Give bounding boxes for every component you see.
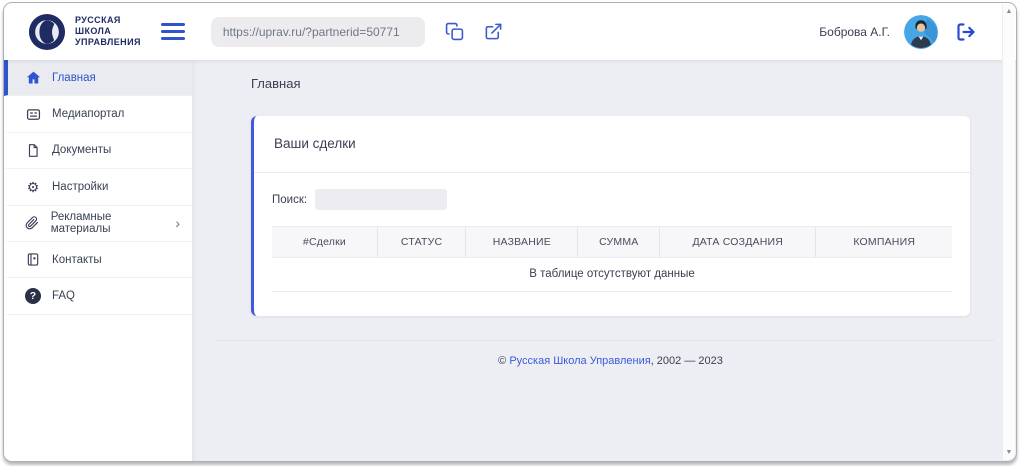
logo-text: Русская Школа Управления bbox=[75, 15, 141, 49]
sidebar-item-label: Настройки bbox=[52, 181, 108, 193]
column-header-name[interactable]: НАЗВАНИЕ bbox=[466, 227, 578, 258]
deals-card: Ваши сделки Поиск: #Сдел bbox=[251, 116, 970, 316]
copyright-suffix: , 2002 — 2023 bbox=[651, 355, 723, 367]
footer: © Русская Школа Управления, 2002 — 2023 bbox=[251, 341, 970, 381]
header-user-area: Боброва А.Г. bbox=[819, 15, 976, 49]
sidebar-item-label: Медиапортал bbox=[52, 108, 124, 120]
deals-card-title: Ваши сделки bbox=[274, 136, 356, 151]
external-link-icon[interactable] bbox=[484, 22, 503, 41]
media-icon bbox=[25, 107, 41, 122]
top-header: Русская Школа Управления Боброва А.Г. bbox=[4, 3, 1016, 60]
scrollbar[interactable]: ▲ ▼ bbox=[1002, 4, 1015, 460]
logo: Русская Школа Управления bbox=[28, 13, 141, 51]
partner-url-input[interactable] bbox=[211, 17, 425, 47]
search-label: Поиск: bbox=[272, 194, 307, 206]
scroll-up-icon[interactable]: ▲ bbox=[1006, 8, 1013, 15]
sidebar-item-mediaportal[interactable]: Медиапортал bbox=[4, 96, 192, 132]
contacts-icon bbox=[25, 252, 41, 267]
column-header-sum[interactable]: СУММА bbox=[578, 227, 660, 258]
home-icon bbox=[25, 70, 41, 85]
scroll-down-icon[interactable]: ▼ bbox=[1006, 449, 1013, 456]
question-icon: ? bbox=[25, 288, 41, 304]
sidebar-item-label: Главная bbox=[52, 72, 96, 84]
copyright-prefix: © bbox=[498, 355, 509, 367]
sidebar-item-label: Документы bbox=[52, 144, 111, 156]
paperclip-icon bbox=[25, 216, 40, 230]
column-header-status[interactable]: СТАТУС bbox=[377, 227, 465, 258]
empty-state-row: В таблице отсутствуют данные bbox=[272, 258, 952, 292]
sidebar: Главная Медиапортал До bbox=[4, 60, 192, 462]
app-window: Русская Школа Управления Боброва А.Г. bbox=[3, 2, 1017, 462]
avatar[interactable] bbox=[904, 15, 938, 49]
sidebar-item-documents[interactable]: Документы bbox=[4, 133, 192, 169]
copy-icon[interactable] bbox=[445, 22, 464, 41]
sidebar-item-promo-materials[interactable]: Рекламные материалы › bbox=[4, 206, 192, 242]
sidebar-item-settings[interactable]: ⚙ Настройки bbox=[4, 169, 192, 205]
user-name: Боброва А.Г. bbox=[819, 25, 890, 39]
page-title: Главная bbox=[251, 76, 970, 91]
search-input[interactable] bbox=[315, 189, 447, 210]
footer-brand-link[interactable]: Русская Школа Управления bbox=[509, 355, 650, 367]
sidebar-item-label: Рекламные материалы bbox=[51, 211, 165, 235]
empty-state-text: В таблице отсутствуют данные bbox=[272, 258, 952, 292]
sidebar-item-faq[interactable]: ? FAQ bbox=[4, 278, 192, 314]
logout-icon[interactable] bbox=[956, 22, 976, 42]
column-header-company[interactable]: КОМПАНИЯ bbox=[816, 227, 952, 258]
chevron-right-icon: › bbox=[175, 216, 180, 230]
sidebar-item-home[interactable]: Главная bbox=[4, 60, 192, 96]
column-header-created[interactable]: ДАТА СОЗДАНИЯ bbox=[660, 227, 816, 258]
deals-table-header-row: #Сделки СТАТУС НАЗВАНИЕ СУММА ДАТА СОЗДА… bbox=[272, 227, 952, 258]
sidebar-item-label: Контакты bbox=[52, 254, 102, 266]
column-header-deal-id[interactable]: #Сделки bbox=[272, 227, 377, 258]
deals-card-header: Ваши сделки bbox=[254, 116, 970, 173]
gear-icon: ⚙ bbox=[25, 180, 41, 194]
logo-emblem-icon bbox=[28, 13, 66, 51]
sidebar-item-contacts[interactable]: Контакты bbox=[4, 242, 192, 278]
sidebar-item-label: FAQ bbox=[52, 290, 75, 302]
hamburger-menu-icon[interactable] bbox=[161, 23, 185, 41]
document-icon bbox=[25, 143, 41, 158]
main-content: Главная Ваши сделки Поиск: bbox=[192, 60, 1016, 462]
deals-table: #Сделки СТАТУС НАЗВАНИЕ СУММА ДАТА СОЗДА… bbox=[272, 226, 952, 292]
